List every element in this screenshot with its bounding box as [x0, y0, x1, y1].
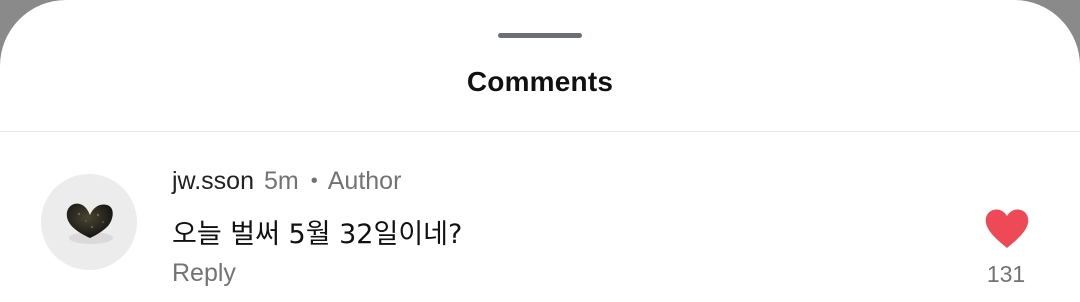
sheet-drag-handle[interactable] [498, 33, 582, 38]
comment-timestamp: 5m [263, 166, 299, 195]
like-button[interactable] [984, 208, 1030, 250]
avatar[interactable] [41, 174, 137, 270]
heart-filled-icon [985, 209, 1029, 248]
comment-text: 오늘 벌써 5월 32일이네? [172, 219, 463, 250]
like-count: 131 [986, 261, 1026, 287]
sheet-title: Comments [466, 66, 614, 97]
meta-separator: • [310, 169, 318, 192]
author-badge: Author [327, 166, 402, 195]
comment-meta: jw.sson 5m • Author [172, 166, 401, 196]
heart-object-avatar-icon [66, 203, 113, 244]
comment-item: jw.sson 5m • Author 오늘 벌써 5월 32일이네? Repl… [0, 132, 1080, 302]
reply-button[interactable]: Reply [172, 259, 236, 288]
comments-sheet: Comments jw.sson 5m • Author 오늘 벌써 5월 32… [0, 0, 1080, 302]
comment-username[interactable]: jw.sson [172, 167, 254, 196]
